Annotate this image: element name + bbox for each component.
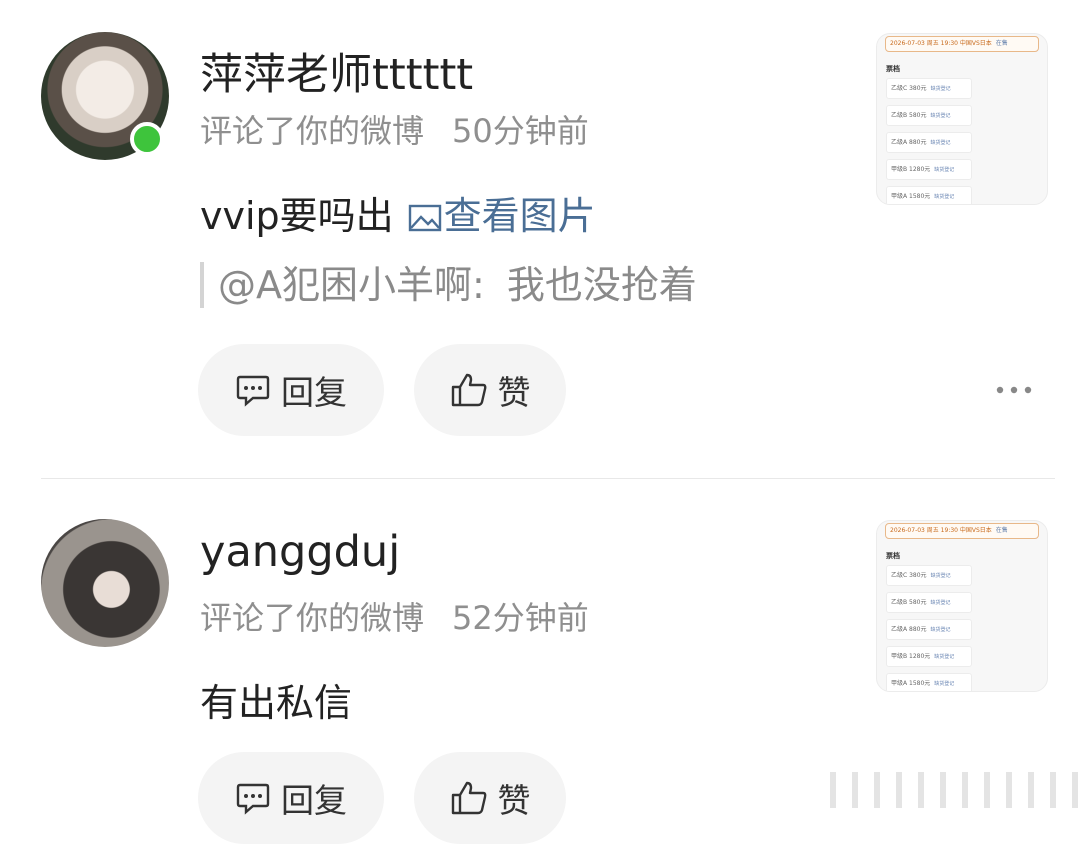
timestamp: 50分钟前 xyxy=(452,112,589,150)
ticket-row: 乙级A 880元 缺货登记 xyxy=(886,132,972,153)
reply-label: 回复 xyxy=(281,781,347,820)
ticket-label: 乙级A 880元 xyxy=(891,139,927,146)
comment-item: 萍萍老师tttttt 评论了你的微博 50分钟前 vvip要吗出 查看图片 @A犯困… xyxy=(0,0,1090,478)
divider xyxy=(41,478,1055,479)
ticket-row: 乙级A 880元 缺货登记 xyxy=(886,619,972,640)
ticket-label: 乙级B 580元 xyxy=(891,599,927,606)
quote-text: 我也没抢着 xyxy=(506,263,697,307)
ticket-label: 乙级C 380元 xyxy=(891,85,927,92)
reply-button[interactable]: 回复 xyxy=(198,344,384,436)
ticket-tag: 缺货登记 xyxy=(930,573,951,579)
picture-icon xyxy=(408,204,441,232)
ticket-row: 甲级B 1280元 缺货登记 xyxy=(886,646,972,667)
comment-bubble-icon xyxy=(236,375,270,407)
thumbnail-section: 票档 xyxy=(886,552,900,560)
post-thumbnail[interactable]: 2026-07-03 周五 19:30 中国VS日本 在售 票档 乙级C 380元… xyxy=(876,33,1048,205)
ticket-tag: 缺货登记 xyxy=(930,600,951,606)
ticket-label: 甲级A 1580元 xyxy=(891,193,931,200)
loading-strip xyxy=(830,772,1080,808)
ticket-label: 乙级B 580元 xyxy=(891,112,927,119)
comment-meta: 评论了你的微博 52分钟前 xyxy=(200,593,589,639)
like-button[interactable]: 赞 xyxy=(414,344,566,436)
thumbnail-section: 票档 xyxy=(886,65,900,73)
quoted-reply: @A犯困小羊啊: 我也没抢着 xyxy=(200,262,697,308)
view-image-label: 查看图片 xyxy=(443,194,596,238)
thumbs-up-icon xyxy=(451,781,486,815)
username[interactable]: yanggduj xyxy=(200,527,400,577)
reply-button[interactable]: 回复 xyxy=(198,752,384,844)
ticket-label: 甲级B 1280元 xyxy=(891,653,931,660)
ticket-label: 甲级B 1280元 xyxy=(891,166,931,173)
like-label: 赞 xyxy=(497,781,531,820)
banner-text: 2026-07-03 周五 19:30 中国VS日本 xyxy=(890,527,992,534)
ticket-row: 甲级A 1580元 缺货登记 xyxy=(886,186,972,204)
ticket-label: 乙级C 380元 xyxy=(891,572,927,579)
thumbnail-banner: 2026-07-03 周五 19:30 中国VS日本 在售 xyxy=(885,523,1039,539)
banner-tag: 在售 xyxy=(995,527,1008,534)
thumbs-up-icon xyxy=(451,373,486,407)
like-button[interactable]: 赞 xyxy=(414,752,566,844)
reply-label: 回复 xyxy=(281,373,347,412)
ticket-row: 乙级C 380元 缺货登记 xyxy=(886,78,972,99)
ticket-row: 甲级A 1580元 缺货登记 xyxy=(886,673,972,691)
ticket-tag: 缺货登记 xyxy=(930,140,951,146)
ticket-tag: 缺货登记 xyxy=(934,194,955,200)
ticket-label: 乙级A 880元 xyxy=(891,626,927,633)
timestamp: 52分钟前 xyxy=(452,599,589,637)
banner-tag: 在售 xyxy=(995,40,1008,47)
comment-text: vvip要吗出 xyxy=(200,194,394,238)
ticket-tag: 缺货登记 xyxy=(930,113,951,119)
action-text: 评论了你的微博 xyxy=(200,599,425,637)
more-dots-icon[interactable] xyxy=(994,380,1034,400)
comment-text: 有出私信 xyxy=(200,681,353,725)
avatar[interactable] xyxy=(41,519,169,647)
ticket-tag: 缺货登记 xyxy=(930,86,951,92)
ticket-tag: 缺货登记 xyxy=(930,627,951,633)
username[interactable]: 萍萍老师tttttt xyxy=(200,40,473,102)
ticket-row: 甲级B 1280元 缺货登记 xyxy=(886,159,972,180)
ticket-tag: 缺货登记 xyxy=(934,654,955,660)
comment-meta: 评论了你的微博 50分钟前 xyxy=(200,106,589,152)
like-label: 赞 xyxy=(497,373,531,412)
post-thumbnail[interactable]: 2026-07-03 周五 19:30 中国VS日本 在售 票档 乙级C 380元… xyxy=(876,520,1048,692)
thumbnail-banner: 2026-07-03 周五 19:30 中国VS日本 在售 xyxy=(885,36,1039,52)
ticket-row: 乙级C 380元 缺货登记 xyxy=(886,565,972,586)
ticket-tag: 缺货登记 xyxy=(934,167,955,173)
ticket-tag: 缺货登记 xyxy=(934,681,955,687)
action-text: 评论了你的微博 xyxy=(200,112,425,150)
quote-user[interactable]: @A犯困小羊啊: xyxy=(218,263,485,307)
view-image-link[interactable]: 查看图片 xyxy=(408,194,596,238)
ticket-label: 甲级A 1580元 xyxy=(891,680,931,687)
ticket-row: 乙级B 580元 缺货登记 xyxy=(886,105,972,126)
ticket-row: 乙级B 580元 缺货登记 xyxy=(886,592,972,613)
comment-bubble-icon xyxy=(236,783,270,815)
comment-content: vvip要吗出 查看图片 xyxy=(200,185,596,240)
comment-content: 有出私信 xyxy=(200,672,352,727)
online-status-dot xyxy=(130,122,164,156)
comment-item: yanggduj 评论了你的微博 52分钟前 有出私信 回复 赞 2026-07-… xyxy=(0,480,1090,844)
banner-text: 2026-07-03 周五 19:30 中国VS日本 xyxy=(890,40,992,47)
